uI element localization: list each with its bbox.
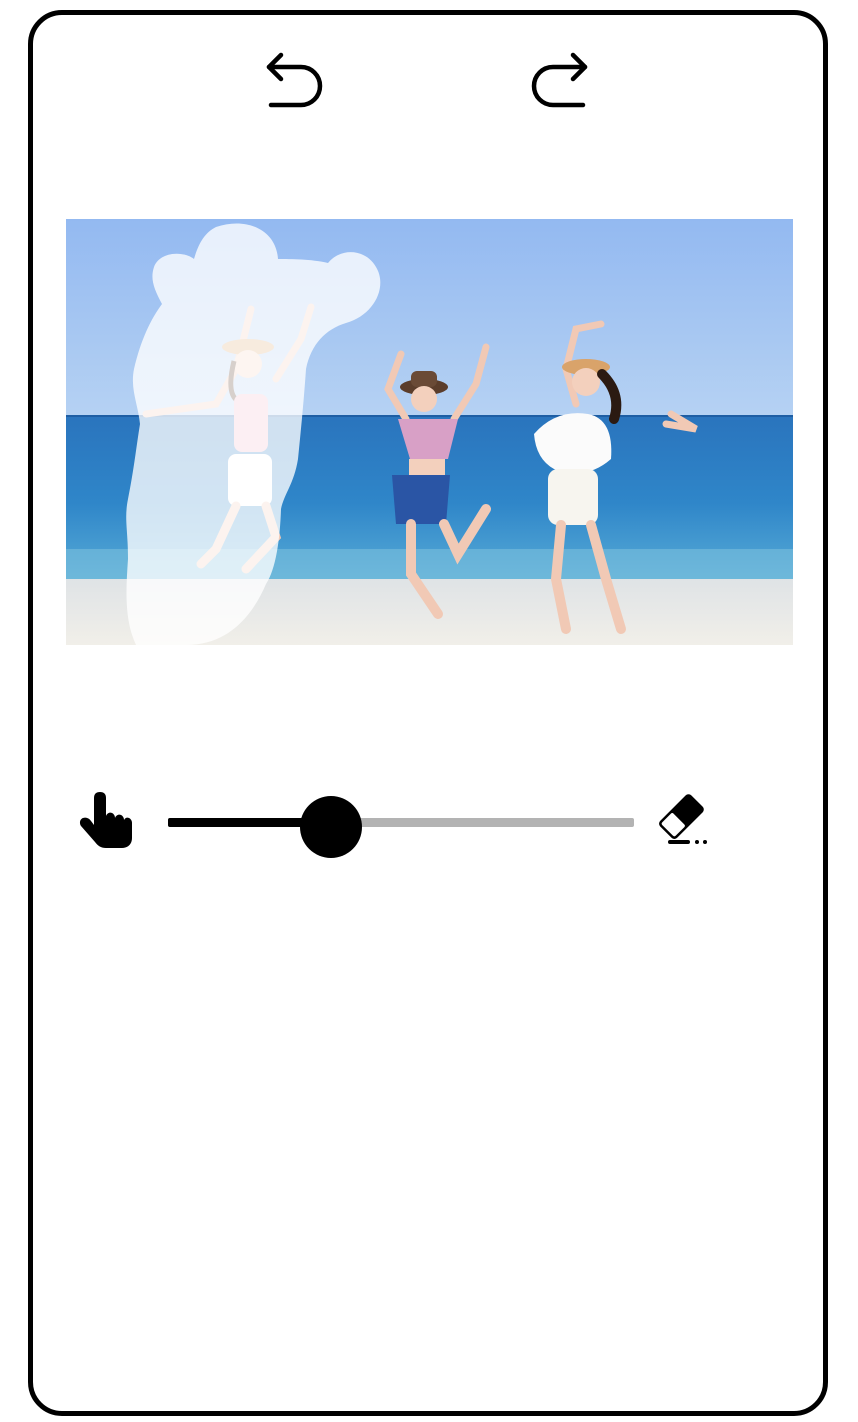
hand-tool-button[interactable]: [76, 788, 134, 848]
redo-button[interactable]: [522, 44, 602, 124]
undo-button[interactable]: [252, 44, 332, 124]
brush-size-slider[interactable]: [168, 794, 634, 858]
slider-thumb[interactable]: [300, 796, 363, 858]
beach-photo: [66, 219, 793, 645]
eraser-tool-button[interactable]: [652, 786, 714, 846]
hand-pointer-icon: [79, 792, 132, 848]
undo-icon: [266, 52, 323, 108]
eraser-icon: [659, 794, 707, 844]
brush-controls: [0, 780, 858, 870]
top-toolbar: [0, 0, 858, 140]
photo-canvas[interactable]: [66, 219, 793, 645]
redo-icon: [531, 52, 588, 108]
